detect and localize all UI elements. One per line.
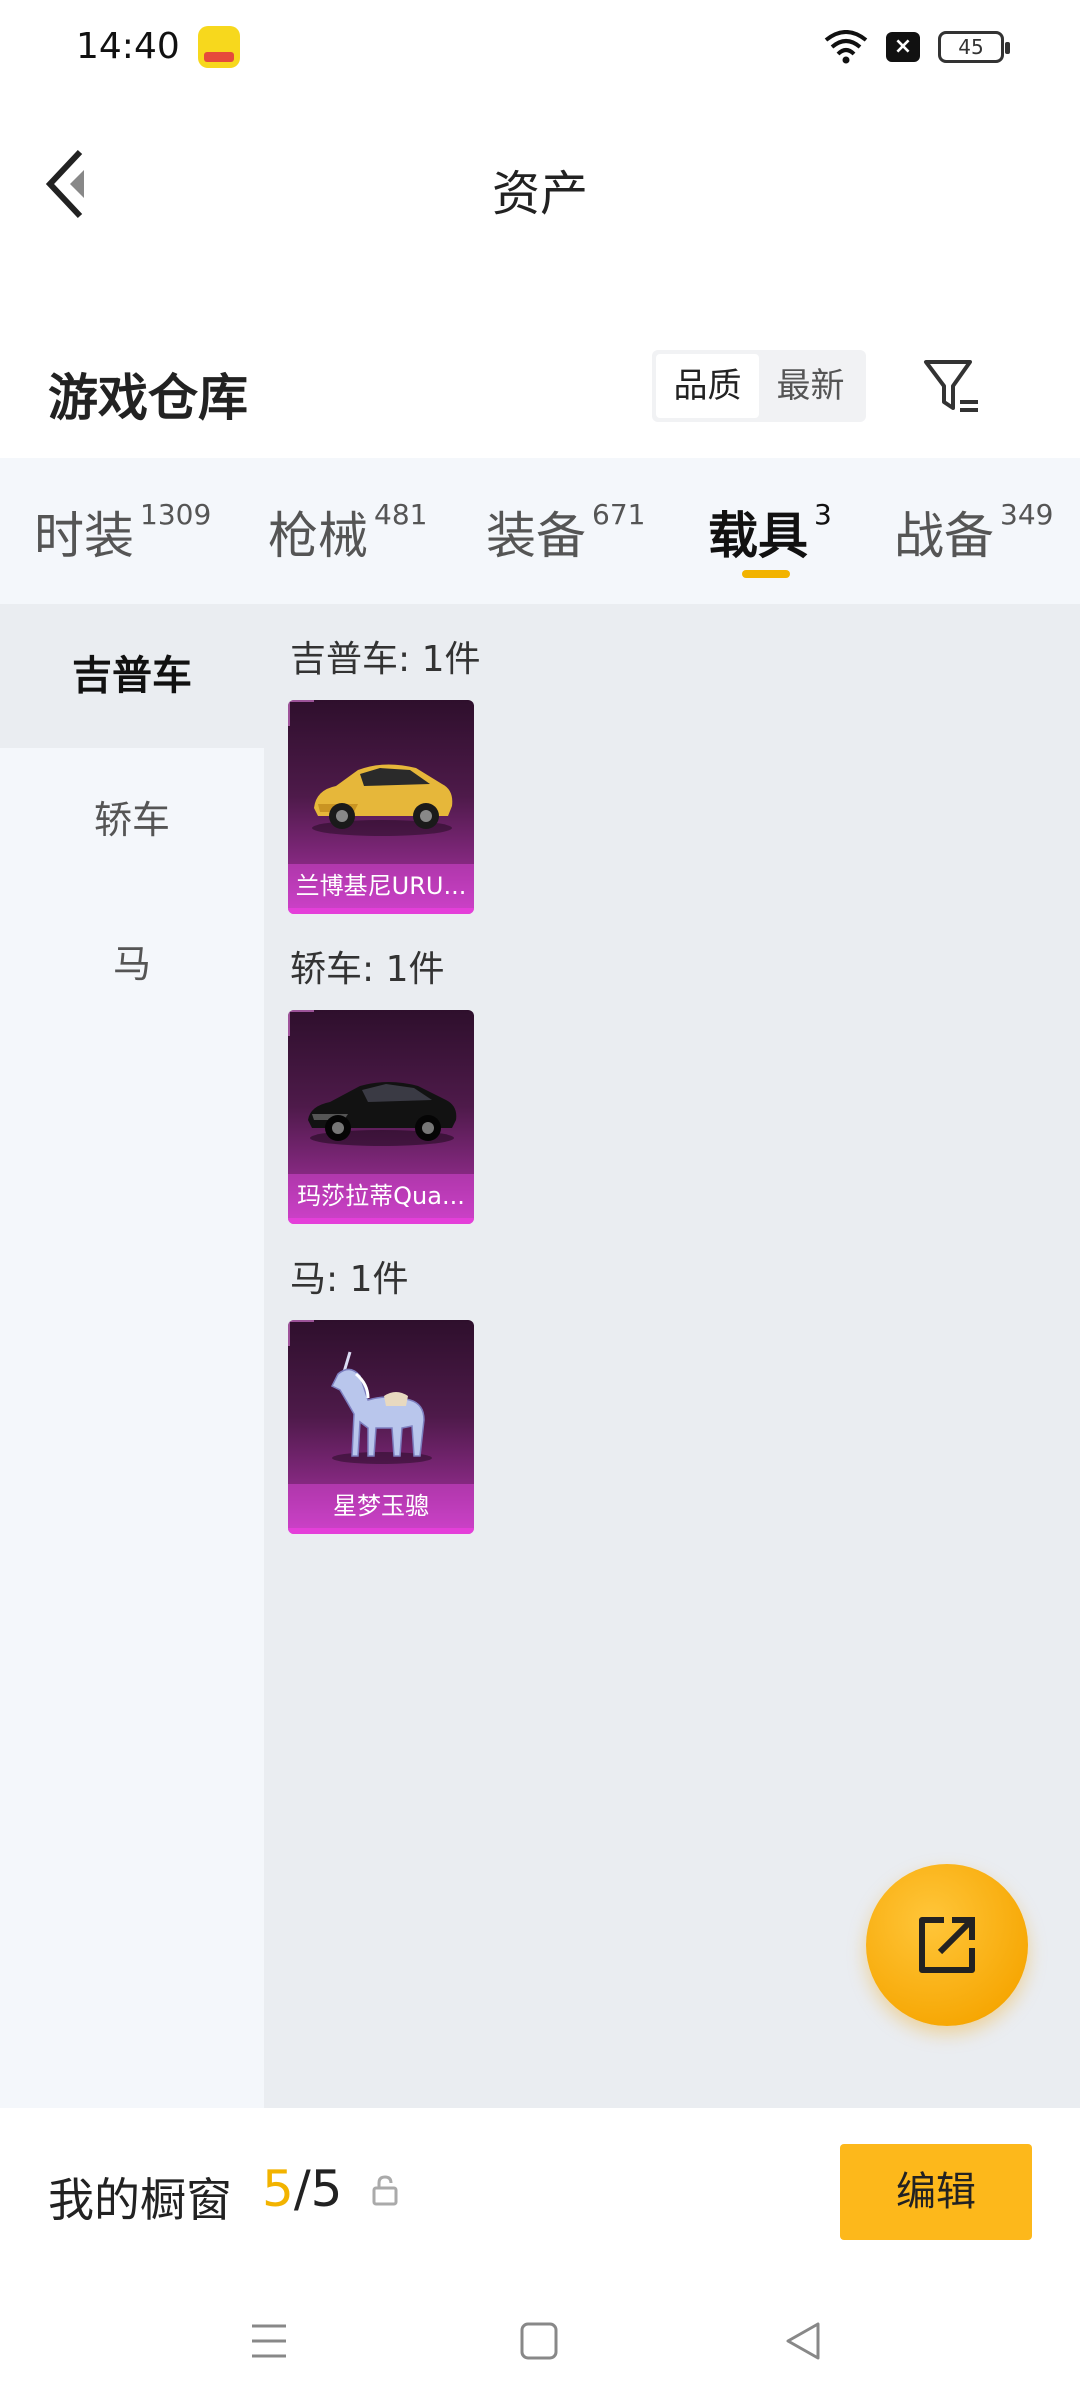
screen: 14:40 × 45 资产 游戏仓库 品质 最新 时装 1309 枪械 481 … xyxy=(0,0,1080,2408)
battery-icon: 45 xyxy=(938,31,1010,63)
tab-label: 载具 xyxy=(708,507,808,565)
item-card-maserati[interactable]: 玛莎拉蒂Qua... xyxy=(288,1010,474,1224)
wifi-icon xyxy=(824,30,868,64)
tab-equipment[interactable]: 装备 671 xyxy=(486,496,645,568)
menu-icon[interactable] xyxy=(246,2318,292,2364)
showcase-separator: / xyxy=(293,2160,311,2218)
item-name: 玛莎拉蒂Qua... xyxy=(288,1174,474,1218)
showcase-label: 我的橱窗 xyxy=(48,2173,232,2227)
unicorn-icon xyxy=(330,1351,432,1464)
status-bar: 14:40 × 45 xyxy=(0,0,1080,96)
rarity-bar xyxy=(288,1218,474,1224)
sort-quality-button[interactable]: 品质 xyxy=(656,354,759,418)
showcase-count: 5/5 xyxy=(262,2160,342,2218)
sidebar-item-sedan[interactable]: 轿车 xyxy=(0,748,264,892)
tab-fashion[interactable]: 时装 1309 xyxy=(34,496,211,568)
section-label-jeep: 吉普车: 1件 xyxy=(290,639,481,680)
black-sedan-icon xyxy=(308,1082,457,1146)
tab-vehicles[interactable]: 载具 3 xyxy=(708,496,832,568)
page-title: 资产 xyxy=(491,166,588,222)
battery-level: 45 xyxy=(958,35,984,59)
section-label-horse: 马: 1件 xyxy=(290,1259,409,1300)
item-name: 兰博基尼URU... xyxy=(288,864,474,908)
tab-count: 1309 xyxy=(140,498,212,531)
back-triangle-icon[interactable] xyxy=(780,2318,826,2364)
warehouse-title: 游戏仓库 xyxy=(48,369,248,427)
item-card-lamborghini[interactable]: 兰博基尼URU... xyxy=(288,700,474,914)
tab-supplies[interactable]: 战备 349 xyxy=(894,496,1053,568)
lock-icon xyxy=(372,2175,398,2206)
tab-count: 481 xyxy=(374,498,428,531)
section-label-sedan: 轿车: 1件 xyxy=(290,949,445,990)
sim-disabled-icon: × xyxy=(886,32,920,62)
system-nav-bar xyxy=(0,2278,1080,2408)
sidebar-item-horse[interactable]: 马 xyxy=(0,892,264,1036)
tab-count: 349 xyxy=(1000,498,1054,531)
share-icon xyxy=(919,1917,975,1973)
showcase-total: 5 xyxy=(310,2160,343,2218)
yellow-suv-icon xyxy=(312,764,453,836)
subcategory-sidebar: 吉普车 轿车 马 xyxy=(0,604,264,2108)
tab-weapons[interactable]: 枪械 481 xyxy=(268,496,427,568)
tab-label: 时装 xyxy=(34,507,134,565)
app-notification-icon xyxy=(198,26,240,68)
app-header: 资产 xyxy=(0,96,1080,266)
item-card-unicorn[interactable]: 星梦玉骢 xyxy=(288,1320,474,1534)
tab-count: 671 xyxy=(592,498,646,531)
rarity-bar xyxy=(288,908,474,914)
item-name: 星梦玉骢 xyxy=(288,1484,474,1528)
home-square-icon[interactable] xyxy=(516,2318,562,2364)
tab-label: 枪械 xyxy=(268,507,368,565)
sidebar-item-jeep[interactable]: 吉普车 xyxy=(0,604,264,748)
tab-label: 装备 xyxy=(486,507,586,565)
category-tabs: 时装 1309 枪械 481 装备 671 载具 3 战备 349 xyxy=(0,458,1080,604)
rarity-bar xyxy=(288,1528,474,1534)
sort-newest-button[interactable]: 最新 xyxy=(759,354,862,418)
active-tab-indicator xyxy=(742,570,790,578)
share-fab-button[interactable] xyxy=(866,1864,1028,2026)
tab-count: 3 xyxy=(814,498,832,531)
warehouse-header: 游戏仓库 品质 最新 xyxy=(0,330,1080,450)
tab-label: 战备 xyxy=(894,507,994,565)
status-time: 14:40 xyxy=(76,26,180,67)
sort-toggle: 品质 最新 xyxy=(652,350,866,422)
showcase-bar: 我的橱窗 5/5 编辑 xyxy=(0,2108,1080,2278)
filter-icon[interactable] xyxy=(920,356,984,420)
edit-button[interactable]: 编辑 xyxy=(840,2144,1032,2240)
showcase-current: 5 xyxy=(262,2160,294,2218)
